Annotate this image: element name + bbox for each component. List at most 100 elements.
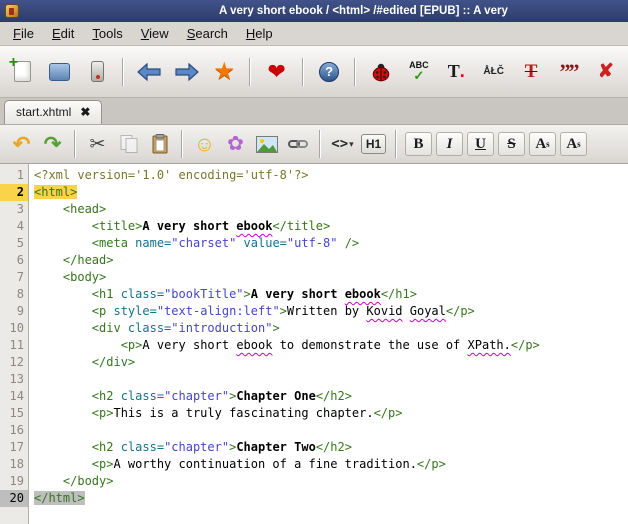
report-bug-button[interactable] [365, 53, 397, 91]
help-button[interactable]: ? [313, 53, 345, 91]
code-line-10[interactable]: <div class="introduction"> [29, 320, 628, 337]
redo-icon: ↷ [43, 132, 62, 156]
code-line-9[interactable]: <p style="text-align:left">Written by Ko… [29, 303, 628, 320]
forward-button[interactable] [171, 53, 203, 91]
star-icon: ★ [213, 57, 235, 85]
bold-button[interactable]: B [405, 132, 432, 156]
save-button[interactable] [43, 53, 75, 91]
back-arrow-icon [137, 62, 162, 81]
insert-tag-button[interactable]: <> ▾ [329, 130, 356, 158]
highlighted-line-text: </html> [34, 491, 85, 505]
subscript-button[interactable]: As [529, 132, 556, 156]
line-text: <h2 class="chapter">Chapter One</h2> [91, 389, 352, 403]
chevron-down-icon: ▾ [349, 138, 354, 149]
code-area[interactable]: <?xml version='1.0' encoding='utf-8'?> <h… [29, 164, 628, 524]
tab-label: start.xhtml [16, 105, 72, 119]
code-line-8[interactable]: <h1 class="bookTitle">A very short ebook… [29, 286, 628, 303]
back-button[interactable] [133, 53, 165, 91]
code-line-12[interactable]: </div> [29, 354, 628, 371]
menu-view[interactable]: View [132, 23, 178, 44]
menu-edit[interactable]: Edit [43, 23, 83, 44]
code-line-15[interactable]: <p>This is a truly fascinating chapter.<… [29, 405, 628, 422]
strikethrough-button[interactable]: S [498, 132, 525, 156]
bug-icon [373, 63, 390, 81]
code-line-11[interactable]: <p>A very short ebook to demonstrate the… [29, 337, 628, 354]
tab-start-xhtml[interactable]: start.xhtml ✖ [4, 100, 103, 124]
tab-bar: start.xhtml ✖ [0, 98, 628, 125]
insert-smiley-button[interactable]: ☺ [191, 130, 218, 158]
code-line-1[interactable]: <?xml version='1.0' encoding='utf-8'?> [29, 167, 628, 184]
underline-button[interactable]: U [467, 132, 494, 156]
code-line-20[interactable]: </html> [29, 490, 628, 507]
code-line-14[interactable]: <h2 class="chapter">Chapter One</h2> [29, 388, 628, 405]
line-text: </div> [91, 355, 136, 369]
cut-button[interactable]: ✂ [84, 130, 111, 158]
line-number: 6 [16, 253, 24, 267]
code-line-5[interactable]: <meta name="charset" value="utf-8" /> [29, 235, 628, 252]
code-line-6[interactable]: </head> [29, 252, 628, 269]
code-tag-icon: <> [331, 136, 349, 152]
device-button[interactable] [81, 53, 113, 91]
italic-button[interactable]: I [436, 132, 463, 156]
code-line-16[interactable] [29, 422, 628, 439]
toolbar-separator [354, 57, 357, 86]
line-text: <h2 class="chapter">Chapter Two</h2> [91, 440, 352, 454]
help-icon: ? [319, 61, 340, 82]
heart-icon: ❤ [267, 58, 286, 84]
line-number: 12 [9, 355, 24, 369]
toolbar-separator [249, 57, 252, 86]
text-case-button[interactable]: T. [440, 53, 472, 91]
paste-button[interactable] [146, 130, 173, 158]
special-characters-button[interactable]: ÅŁČ [477, 53, 509, 91]
edit-toolbar: ↶ ↷ ✂ ☺ ✿ <> ▾ H1 B I U S A s A s [0, 125, 628, 164]
letter-t-icon: T [447, 61, 460, 81]
menu-help[interactable]: Help [237, 23, 282, 44]
red-x-icon: ✘ [597, 61, 614, 82]
menu-file[interactable]: File [4, 23, 43, 44]
smarten-punctuation-button[interactable]: ”” [552, 53, 584, 91]
insert-link-button[interactable] [284, 130, 311, 158]
line-number-gutter: 1 2 3 4 5 6 7 8 9 10 11 12 13 14 15 16 17 18 19 20 [0, 164, 29, 524]
menu-search[interactable]: Search [178, 23, 237, 44]
toolbar-separator [301, 57, 304, 86]
line-number: 20 [0, 490, 28, 507]
code-line-2[interactable]: <html> [29, 184, 628, 201]
insert-flower-button[interactable]: ✿ [222, 130, 249, 158]
code-line-19[interactable]: </body> [29, 473, 628, 490]
spellcheck-button[interactable]: ABC ✓ [403, 53, 435, 91]
code-line-13[interactable] [29, 371, 628, 388]
line-text: <p>A very short ebook to demonstrate the… [120, 338, 540, 352]
delete-button[interactable]: ✘ [590, 53, 622, 91]
heading-level-button[interactable]: H1 [360, 130, 387, 158]
code-line-17[interactable]: <h2 class="chapter">Chapter Two</h2> [29, 439, 628, 456]
line-number: 5 [16, 236, 24, 250]
new-file-button[interactable]: + [6, 53, 38, 91]
superscript-button[interactable]: As [560, 132, 587, 156]
checkmark-icon: ✓ [413, 68, 425, 83]
line-text: <head> [62, 202, 107, 216]
highlighted-line-text: <html> [34, 185, 78, 199]
line-number: 2 [0, 184, 28, 201]
undo-button[interactable]: ↶ [8, 130, 35, 158]
redo-button[interactable]: ↷ [39, 130, 66, 158]
toolbar-separator [181, 130, 183, 158]
donate-button[interactable]: ❤ [260, 53, 292, 91]
remove-formatting-button[interactable]: T [515, 53, 547, 91]
code-line-7[interactable]: <body> [29, 269, 628, 286]
line-text: <title>A very short ebook</title> [91, 219, 331, 233]
flower-icon: ✿ [227, 133, 244, 155]
code-line-18[interactable]: <p>A worthy continuation of a fine tradi… [29, 456, 628, 473]
copy-button[interactable] [115, 130, 142, 158]
line-number: 4 [16, 219, 24, 233]
h1-icon: H1 [360, 134, 387, 154]
insert-image-button[interactable] [253, 130, 280, 158]
bookmark-button[interactable]: ★ [208, 53, 240, 91]
subscript-a-glyph: A [535, 135, 547, 152]
code-editor[interactable]: 1 2 3 4 5 6 7 8 9 10 11 12 13 14 15 16 17 18 19 20 <?xml ve… [0, 164, 628, 524]
code-line-3[interactable]: <head> [29, 201, 628, 218]
code-line-4[interactable]: <title>A very short ebook</title> [29, 218, 628, 235]
save-icon [49, 62, 71, 81]
tab-close-icon[interactable]: ✖ [80, 106, 90, 118]
line-number: 11 [9, 338, 24, 352]
menu-tools[interactable]: Tools [83, 23, 131, 44]
